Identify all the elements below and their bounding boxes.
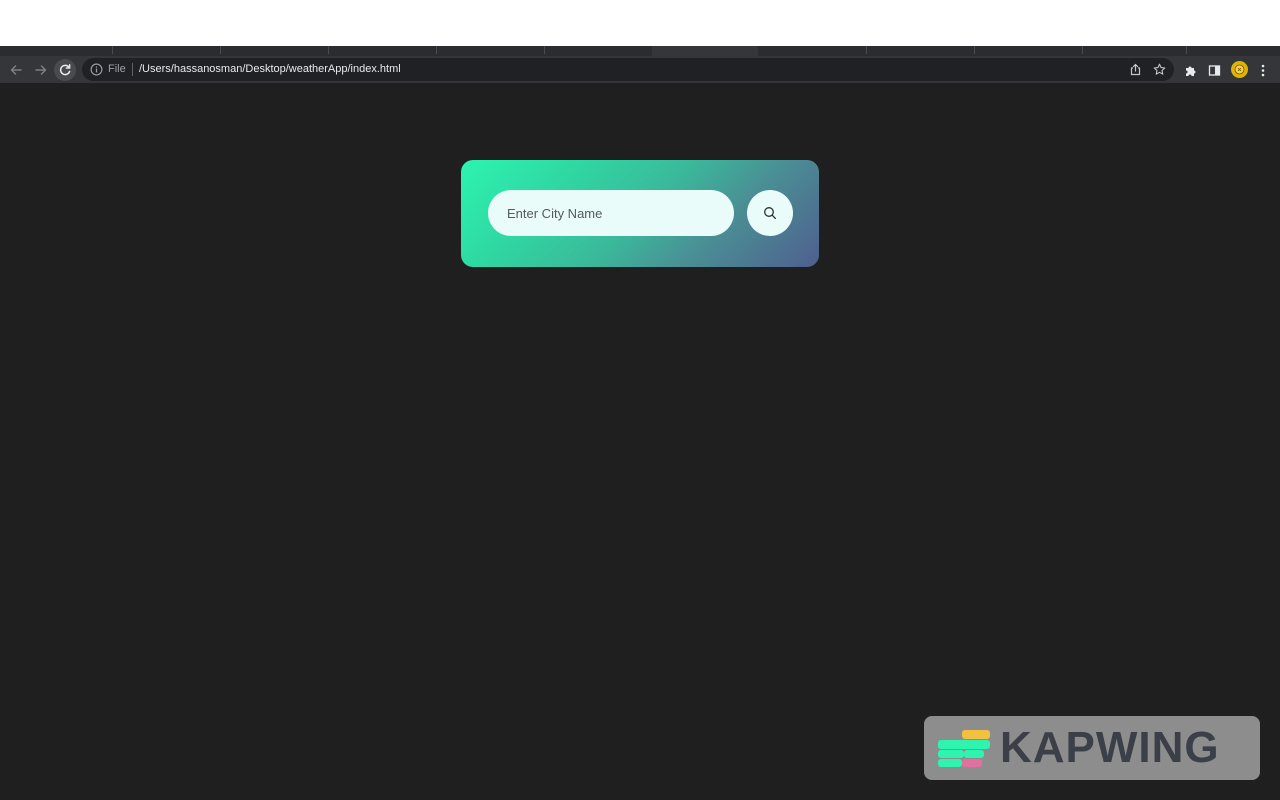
page-viewport [0, 84, 1280, 800]
watermark-text: KAPWING [1000, 723, 1220, 772]
search-button[interactable] [747, 190, 793, 236]
url-scheme-label: File [108, 63, 126, 75]
share-button[interactable] [1124, 58, 1146, 80]
kapwing-watermark: KAPWING [924, 716, 1260, 780]
city-search-input[interactable] [488, 190, 734, 236]
url-text[interactable]: /Users/hassanosman/Desktop/weatherApp/in… [139, 63, 401, 76]
search-icon [764, 207, 777, 220]
profile-icon [1234, 64, 1245, 75]
weather-search-card [461, 160, 819, 267]
bookmark-button[interactable] [1148, 58, 1170, 80]
star-icon [1153, 63, 1165, 75]
tab-separator [112, 46, 113, 54]
info-icon[interactable] [90, 63, 103, 76]
omnibox-divider [132, 63, 133, 76]
extensions-button[interactable] [1179, 59, 1201, 81]
forward-button[interactable] [30, 59, 52, 81]
address-bar[interactable]: File /Users/hassanosman/Desktop/weatherA… [82, 58, 1174, 81]
side-panel-icon [1208, 64, 1220, 76]
kapwing-logo-icon [938, 730, 990, 767]
puzzle-icon [1185, 66, 1195, 76]
arrow-left-icon [10, 65, 22, 75]
tab-separator [220, 46, 221, 54]
tab-separator [1186, 46, 1187, 54]
tab-separator [328, 46, 329, 54]
profile-avatar[interactable] [1231, 61, 1248, 78]
tab-strip [0, 46, 1280, 56]
browser-toolbar: File /Users/hassanosman/Desktop/weatherA… [0, 56, 1280, 84]
tab-separator [866, 46, 867, 54]
kebab-menu-icon [1261, 64, 1265, 76]
browser-menu-button[interactable] [1252, 59, 1274, 81]
back-button[interactable] [5, 59, 27, 81]
tab-separator [436, 46, 437, 54]
active-tab[interactable] [652, 46, 758, 56]
reload-icon [59, 64, 71, 76]
side-panel-button[interactable] [1203, 59, 1225, 81]
arrow-right-icon [35, 65, 47, 75]
tab-separator [974, 46, 975, 54]
tab-separator [1082, 46, 1083, 54]
share-icon [1130, 63, 1140, 75]
screen-top-area [0, 0, 1280, 48]
tab-separator [544, 46, 545, 54]
reload-button[interactable] [54, 59, 76, 81]
